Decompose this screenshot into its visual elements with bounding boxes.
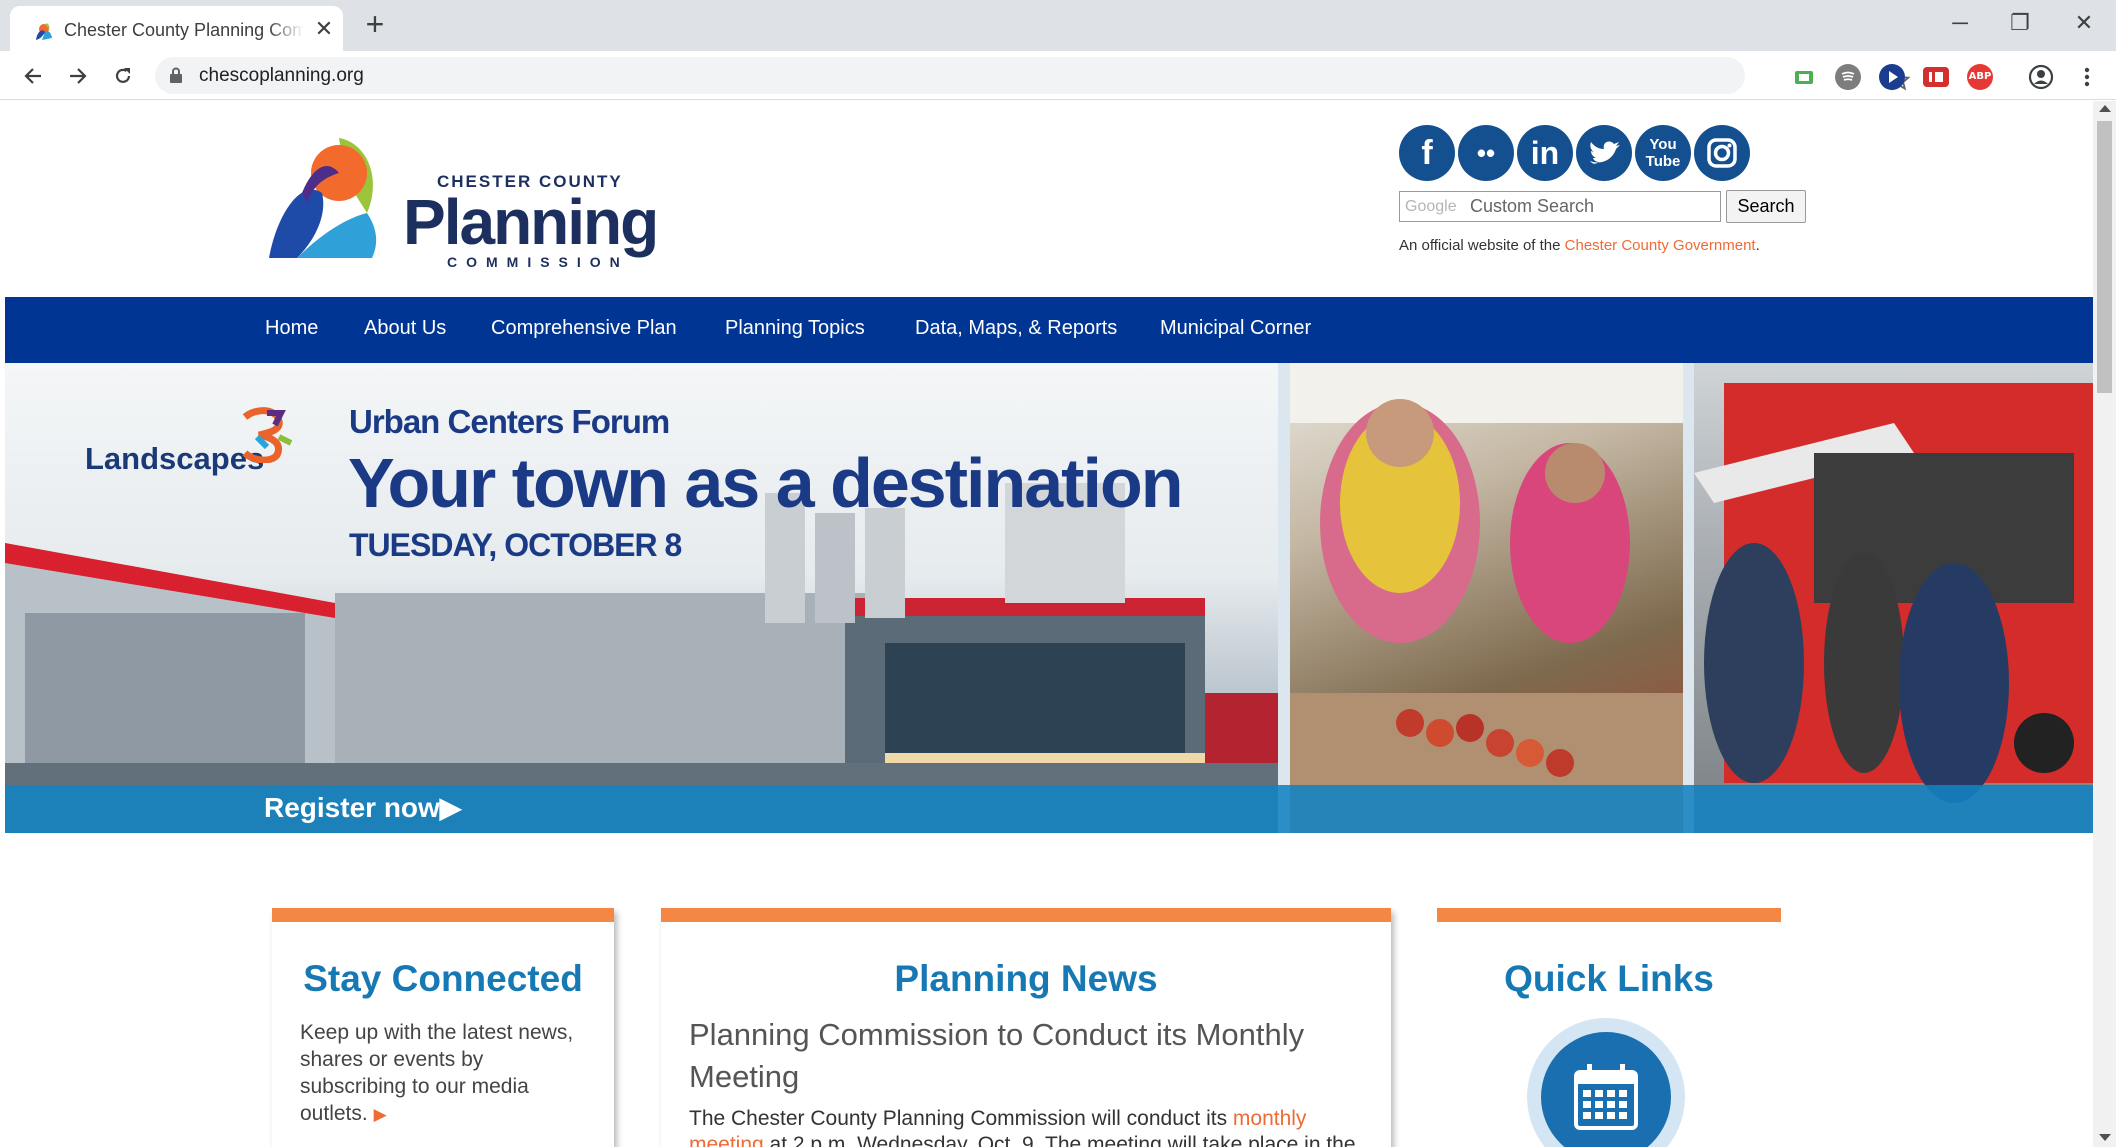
calendar-icon (1574, 1064, 1638, 1130)
new-tab-button[interactable]: + (360, 8, 390, 40)
reload-icon (115, 68, 131, 83)
youtube-icon[interactable]: You Tube (1635, 125, 1691, 181)
stay-connected-card: Stay Connected Keep up with the latest n… (272, 908, 614, 1147)
browser-tab-strip: Chester County Planning Commission ✕ + ─… (0, 0, 2116, 51)
tab-close-icon[interactable]: ✕ (312, 17, 336, 41)
quick-links-card: Quick Links (1437, 908, 1781, 1147)
news-body: The Chester County Planning Commission w… (689, 1106, 1369, 1147)
nav-item-municipal-corner[interactable]: Municipal Corner (1160, 317, 1311, 340)
register-now-link[interactable]: Register now▶ (264, 791, 461, 824)
window-minimize-button[interactable]: ─ (1940, 8, 1980, 38)
scroll-down-arrow-icon[interactable] (2099, 1134, 2111, 1141)
landscapes-3-emblem-icon (242, 407, 293, 463)
hero-banner[interactable]: Landscapes Urban Centers Forum Your town… (5, 363, 2093, 833)
logo-commission-text: COMMISSION (447, 254, 629, 270)
video-extension-icon[interactable] (1923, 67, 1949, 87)
nav-item-about-us[interactable]: About Us (364, 317, 446, 340)
nav-item-planning-topics[interactable]: Planning Topics (725, 317, 865, 340)
custom-search-input[interactable]: Google Custom Search (1399, 191, 1721, 222)
card-accent-bar (1437, 908, 1781, 922)
linkedin-icon[interactable]: in (1517, 125, 1573, 181)
instagram-icon[interactable] (1694, 125, 1750, 181)
official-website-note: An official website of the Chester Count… (1399, 237, 1760, 254)
chester-county-government-link[interactable]: Chester County Government (1565, 237, 1756, 254)
lock-icon (170, 67, 182, 83)
planning-news-card: Planning News Planning Commission to Con… (661, 908, 1391, 1147)
scroll-up-arrow-icon[interactable] (2099, 105, 2111, 112)
page-scrollbar[interactable] (2093, 101, 2116, 1147)
stay-connected-title: Stay Connected (303, 958, 583, 999)
adblock-label: ABP (1968, 71, 1992, 82)
coupon-extension-icon[interactable] (1791, 64, 1817, 90)
hero-headline: Your town as a destination (348, 444, 1183, 522)
nav-item-data-maps-reports[interactable]: Data, Maps, & Reports (915, 317, 1117, 340)
facebook-icon[interactable]: f (1399, 125, 1455, 181)
news-headline[interactable]: Planning Commission to Conduct its Month… (689, 1014, 1339, 1098)
reload-button[interactable] (106, 59, 140, 93)
stay-connected-arrow-icon[interactable]: ▶ (374, 1105, 387, 1124)
search-button[interactable]: Search (1726, 190, 1806, 223)
browser-toolbar: chescoplanning.org ABP (0, 51, 2116, 100)
window-close-button[interactable]: ✕ (2064, 8, 2104, 38)
window-restore-button[interactable]: ❐ (2000, 8, 2040, 38)
logo-planning-text: Planning (403, 186, 659, 258)
flickr-icon[interactable]: •• (1458, 125, 1514, 181)
card-accent-bar (661, 908, 1391, 922)
web-page: CHESTER COUNTY Planning COMMISSION f •• … (5, 101, 2093, 1147)
calendar-quick-link[interactable] (1527, 1018, 1685, 1147)
planning-news-title: Planning News (894, 958, 1158, 999)
play-extension-icon[interactable] (1879, 64, 1905, 90)
forum-title: Urban Centers Forum (349, 403, 670, 440)
forward-button[interactable] (61, 59, 95, 93)
back-arrow-icon (24, 68, 41, 84)
card-accent-bar (272, 908, 614, 922)
scrollbar-thumb[interactable] (2097, 121, 2112, 393)
forward-arrow-icon (70, 68, 87, 84)
google-brand-watermark: Google (1405, 198, 1457, 215)
nav-item-comprehensive-plan[interactable]: Comprehensive Plan (491, 317, 677, 340)
browser-menu-icon[interactable] (2074, 64, 2100, 90)
quick-links-title: Quick Links (1504, 958, 1714, 999)
stay-connected-text: Keep up with the latest news, shares or … (300, 1021, 574, 1125)
main-navigation: Home About Us Comprehensive Plan Plannin… (5, 297, 2093, 363)
spotify-extension-icon[interactable] (1835, 64, 1861, 90)
hero-farmers-market-photo (1290, 363, 1683, 833)
address-bar[interactable]: chescoplanning.org (155, 57, 1910, 94)
hero-food-truck-photo (1694, 363, 2093, 833)
browser-tab[interactable]: Chester County Planning Commission ✕ (10, 6, 343, 51)
hero-date: TUESDAY, OCTOBER 8 (349, 527, 682, 563)
nav-item-home[interactable]: Home (265, 317, 318, 340)
site-logo[interactable]: CHESTER COUNTY Planning COMMISSION (267, 133, 667, 273)
profile-avatar[interactable] (2028, 64, 2054, 90)
site-favicon-icon (36, 23, 52, 40)
planning-logo-mark-icon (269, 138, 377, 258)
url-text: chescoplanning.org (199, 65, 364, 86)
twitter-icon[interactable] (1576, 125, 1632, 181)
adblock-icon[interactable]: ABP (1967, 64, 1993, 90)
back-button[interactable] (16, 59, 50, 93)
tab-title: Chester County Planning Commission (64, 20, 304, 40)
search-placeholder: Custom Search (1470, 196, 1595, 216)
